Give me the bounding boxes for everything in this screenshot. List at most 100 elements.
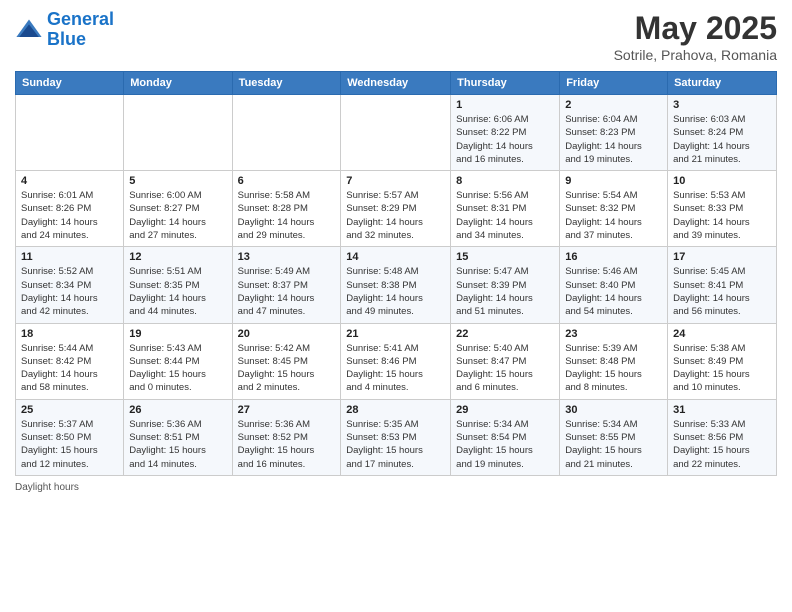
daylight-label: Daylight hours: [15, 482, 79, 493]
day-cell: 17 Sunrise: 5:45 AM Sunset: 8:41 PM Dayli…: [668, 247, 777, 323]
day-cell: 24Sunrise: 5:38 AM Sunset: 8:49 PM Dayli…: [668, 323, 777, 399]
day-cell: 15Sunrise: 5:47 AM Sunset: 8:39 PM Dayli…: [451, 247, 560, 323]
day-number: 8: [456, 175, 554, 187]
page: General Blue May 2025 Sotrile, Prahova, …: [0, 0, 792, 612]
day-number: 16: [565, 251, 662, 263]
day-info: Sunrise: 5:33 AM Sunset: 8:56 PM Dayligh…: [673, 418, 771, 471]
day-info: Sunrise: 6:06 AM Sunset: 8:22 PM Dayligh…: [456, 113, 554, 166]
day-info: Sunrise: 5:58 AM Sunset: 8:28 PM Dayligh…: [238, 189, 336, 242]
day-number: 13: [238, 251, 336, 263]
day-info: Sunrise: 5:37 AM Sunset: 8:50 PM Dayligh…: [21, 418, 118, 471]
day-info: Sunrise: 5:57 AM Sunset: 8:29 PM Dayligh…: [346, 189, 445, 242]
day-cell: [341, 95, 451, 171]
day-info: Sunrise: 5:41 AM Sunset: 8:46 PM Dayligh…: [346, 342, 445, 395]
day-info: Sunrise: 5:48 AM Sunset: 8:38 PM Dayligh…: [346, 265, 445, 318]
day-info: Sunrise: 5:53 AM Sunset: 8:33 PM Dayligh…: [673, 189, 771, 242]
location-subtitle: Sotrile, Prahova, Romania: [614, 47, 777, 63]
day-number: 26: [129, 404, 226, 416]
day-info: Sunrise: 5:38 AM Sunset: 8:49 PM Dayligh…: [673, 342, 771, 395]
day-number: 3: [673, 99, 771, 111]
day-cell: 25 Sunrise: 5:37 AM Sunset: 8:50 PM Dayli…: [16, 399, 124, 475]
day-cell: 31 Sunrise: 5:33 AM Sunset: 8:56 PM Dayli…: [668, 399, 777, 475]
days-of-week-row: SundayMondayTuesdayWednesdayThursdayFrid…: [16, 72, 777, 95]
calendar-body: 1 Sunrise: 6:06 AM Sunset: 8:22 PM Daylig…: [16, 95, 777, 476]
day-info: Sunrise: 6:03 AM Sunset: 8:24 PM Dayligh…: [673, 113, 771, 166]
day-cell: 29 Sunrise: 5:34 AM Sunset: 8:54 PM Dayli…: [451, 399, 560, 475]
day-info: Sunrise: 5:34 AM Sunset: 8:55 PM Dayligh…: [565, 418, 662, 471]
day-number: 22: [456, 328, 554, 340]
day-cell: [124, 95, 232, 171]
day-number: 20: [238, 328, 336, 340]
day-number: 4: [21, 175, 118, 187]
day-cell: 1 Sunrise: 6:06 AM Sunset: 8:22 PM Daylig…: [451, 95, 560, 171]
day-cell: 11 Sunrise: 5:52 AM Sunset: 8:34 PM Dayli…: [16, 247, 124, 323]
day-cell: 7Sunrise: 5:57 AM Sunset: 8:29 PM Daylig…: [341, 171, 451, 247]
calendar-header: SundayMondayTuesdayWednesdayThursdayFrid…: [16, 72, 777, 95]
day-info: Sunrise: 5:34 AM Sunset: 8:54 PM Dayligh…: [456, 418, 554, 471]
day-cell: 21 Sunrise: 5:41 AM Sunset: 8:46 PM Dayli…: [341, 323, 451, 399]
day-number: 29: [456, 404, 554, 416]
week-row-5: 25 Sunrise: 5:37 AM Sunset: 8:50 PM Dayli…: [16, 399, 777, 475]
day-cell: 28 Sunrise: 5:35 AM Sunset: 8:53 PM Dayli…: [341, 399, 451, 475]
day-header-sunday: Sunday: [16, 72, 124, 95]
day-cell: 18 Sunrise: 5:44 AM Sunset: 8:42 PM Dayli…: [16, 323, 124, 399]
logo-line1: General: [47, 10, 114, 30]
day-info: Sunrise: 5:44 AM Sunset: 8:42 PM Dayligh…: [21, 342, 118, 395]
day-number: 2: [565, 99, 662, 111]
day-cell: 13Sunrise: 5:49 AM Sunset: 8:37 PM Dayli…: [232, 247, 341, 323]
day-cell: 6 Sunrise: 5:58 AM Sunset: 8:28 PM Daylig…: [232, 171, 341, 247]
day-info: Sunrise: 6:01 AM Sunset: 8:26 PM Dayligh…: [21, 189, 118, 242]
day-cell: 20 Sunrise: 5:42 AM Sunset: 8:45 PM Dayli…: [232, 323, 341, 399]
day-number: 11: [21, 251, 118, 263]
day-cell: 10Sunrise: 5:53 AM Sunset: 8:33 PM Dayli…: [668, 171, 777, 247]
day-info: Sunrise: 6:04 AM Sunset: 8:23 PM Dayligh…: [565, 113, 662, 166]
day-number: 6: [238, 175, 336, 187]
day-number: 25: [21, 404, 118, 416]
day-cell: 3 Sunrise: 6:03 AM Sunset: 8:24 PM Daylig…: [668, 95, 777, 171]
day-cell: [16, 95, 124, 171]
day-info: Sunrise: 5:45 AM Sunset: 8:41 PM Dayligh…: [673, 265, 771, 318]
week-row-2: 4 Sunrise: 6:01 AM Sunset: 8:26 PM Daylig…: [16, 171, 777, 247]
day-info: Sunrise: 5:42 AM Sunset: 8:45 PM Dayligh…: [238, 342, 336, 395]
day-header-tuesday: Tuesday: [232, 72, 341, 95]
day-cell: 16 Sunrise: 5:46 AM Sunset: 8:40 PM Dayli…: [560, 247, 668, 323]
day-number: 17: [673, 251, 771, 263]
day-info: Sunrise: 5:36 AM Sunset: 8:51 PM Dayligh…: [129, 418, 226, 471]
logo-text: General Blue: [47, 10, 114, 50]
day-number: 27: [238, 404, 336, 416]
day-header-wednesday: Wednesday: [341, 72, 451, 95]
day-cell: 19Sunrise: 5:43 AM Sunset: 8:44 PM Dayli…: [124, 323, 232, 399]
day-header-saturday: Saturday: [668, 72, 777, 95]
day-info: Sunrise: 5:35 AM Sunset: 8:53 PM Dayligh…: [346, 418, 445, 471]
day-number: 5: [129, 175, 226, 187]
header: General Blue May 2025 Sotrile, Prahova, …: [15, 10, 777, 63]
day-number: 1: [456, 99, 554, 111]
day-info: Sunrise: 5:54 AM Sunset: 8:32 PM Dayligh…: [565, 189, 662, 242]
day-info: Sunrise: 5:52 AM Sunset: 8:34 PM Dayligh…: [21, 265, 118, 318]
day-cell: [232, 95, 341, 171]
day-header-monday: Monday: [124, 72, 232, 95]
title-block: May 2025 Sotrile, Prahova, Romania: [614, 10, 777, 63]
day-number: 18: [21, 328, 118, 340]
day-number: 9: [565, 175, 662, 187]
day-cell: 8Sunrise: 5:56 AM Sunset: 8:31 PM Daylig…: [451, 171, 560, 247]
day-info: Sunrise: 5:36 AM Sunset: 8:52 PM Dayligh…: [238, 418, 336, 471]
day-cell: 2 Sunrise: 6:04 AM Sunset: 8:23 PM Daylig…: [560, 95, 668, 171]
day-number: 21: [346, 328, 445, 340]
day-cell: 30Sunrise: 5:34 AM Sunset: 8:55 PM Dayli…: [560, 399, 668, 475]
day-cell: 5 Sunrise: 6:00 AM Sunset: 8:27 PM Daylig…: [124, 171, 232, 247]
day-header-friday: Friday: [560, 72, 668, 95]
day-cell: 12Sunrise: 5:51 AM Sunset: 8:35 PM Dayli…: [124, 247, 232, 323]
day-number: 28: [346, 404, 445, 416]
logo: General Blue: [15, 10, 114, 50]
month-title: May 2025: [614, 10, 777, 47]
day-cell: 23Sunrise: 5:39 AM Sunset: 8:48 PM Dayli…: [560, 323, 668, 399]
week-row-4: 18 Sunrise: 5:44 AM Sunset: 8:42 PM Dayli…: [16, 323, 777, 399]
day-number: 14: [346, 251, 445, 263]
day-info: Sunrise: 5:46 AM Sunset: 8:40 PM Dayligh…: [565, 265, 662, 318]
day-number: 31: [673, 404, 771, 416]
week-row-1: 1 Sunrise: 6:06 AM Sunset: 8:22 PM Daylig…: [16, 95, 777, 171]
footer: Daylight hours: [15, 482, 777, 493]
day-info: Sunrise: 6:00 AM Sunset: 8:27 PM Dayligh…: [129, 189, 226, 242]
day-number: 23: [565, 328, 662, 340]
